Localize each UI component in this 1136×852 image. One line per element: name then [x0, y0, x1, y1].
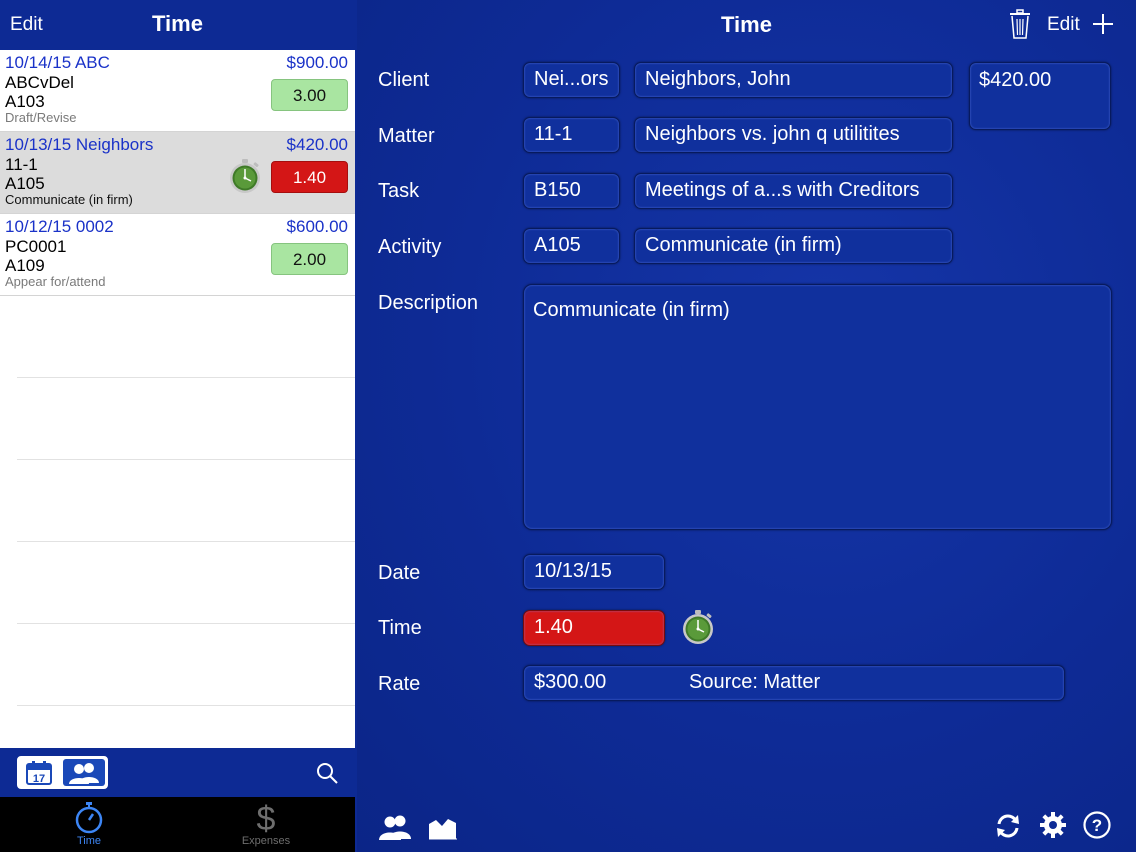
entry-activity-code: A109	[5, 256, 45, 275]
time-label: Time	[378, 617, 422, 639]
empty-list-row	[17, 460, 355, 542]
help-icon[interactable]: ?	[1083, 811, 1111, 839]
rate-source: Source: Matter	[689, 671, 821, 693]
entry-amount: $900.00	[286, 53, 348, 72]
people-icon[interactable]	[377, 813, 413, 841]
calendar-view-segment[interactable]: 17	[18, 757, 61, 788]
entry-matter: PC0001	[5, 237, 67, 256]
entry-activity-name: Appear for/attend	[5, 274, 106, 289]
entry-activity-name: Draft/Revise	[5, 110, 77, 125]
empty-list-row	[17, 296, 355, 378]
date-label: Date	[378, 562, 421, 584]
list-title: Time	[152, 11, 203, 36]
matter-code-field[interactable]: 11-1	[523, 117, 620, 153]
time-entry-row[interactable]: 10/12/15 0002 $600.00 PC0001 A109 Appear…	[0, 214, 355, 296]
entry-activity-code: A105	[5, 174, 45, 193]
empty-list-row	[17, 378, 355, 460]
calendar-day-number: 17	[33, 773, 45, 785]
tab-bar: Time $ Expenses	[0, 797, 355, 852]
activity-label: Activity	[378, 236, 442, 258]
calendar-icon: 17	[26, 760, 53, 785]
list-toolbar: 17	[0, 748, 355, 797]
plus-icon[interactable]	[1093, 14, 1113, 34]
empty-list-row	[17, 624, 355, 706]
view-segmented-control: 17	[17, 756, 108, 789]
time-field-running[interactable]: 1.40	[523, 610, 665, 646]
task-label: Task	[378, 180, 420, 202]
entry-hours-badge[interactable]: 3.00	[271, 79, 348, 111]
matter-name-field[interactable]: Neighbors vs. john q utilitites	[634, 117, 953, 153]
activity-code-field[interactable]: A105	[523, 228, 620, 264]
settings-gear-icon[interactable]	[1039, 811, 1067, 839]
time-entry-row[interactable]: 10/14/15 ABC $900.00 ABCvDel A103 Draft/…	[0, 50, 355, 132]
entry-amount: $600.00	[286, 217, 348, 236]
tab-expenses[interactable]: $ Expenses	[177, 797, 355, 852]
empty-list-row	[17, 542, 355, 624]
entry-matter: ABCvDel	[5, 73, 74, 92]
stopwatch-timer-icon[interactable]	[680, 609, 716, 645]
matter-label: Matter	[378, 125, 435, 147]
entry-date-client: 10/14/15 ABC	[5, 53, 110, 72]
search-icon[interactable]	[316, 762, 338, 784]
rate-value: $300.00	[534, 671, 607, 693]
client-name-field[interactable]: Neighbors, John	[634, 62, 953, 98]
dollar-icon: $	[257, 801, 276, 835]
entry-total-amount: $420.00	[969, 62, 1111, 130]
tab-time-label: Time	[76, 835, 102, 847]
entry-activity-name: Communicate (in firm)	[5, 192, 133, 207]
entry-matter: 11-1	[5, 155, 38, 174]
time-entry-list: 10/14/15 ABC $900.00 ABCvDel A103 Draft/…	[0, 50, 355, 748]
task-name-field[interactable]: Meetings of a...s with Creditors	[634, 173, 953, 209]
client-label: Client	[378, 69, 430, 91]
trash-icon[interactable]	[1009, 9, 1031, 39]
entry-activity-code: A103	[5, 92, 45, 111]
refresh-icon[interactable]	[995, 812, 1021, 840]
entry-date-client: 10/12/15 0002	[5, 217, 114, 236]
people-icon	[68, 762, 99, 784]
stopwatch-icon	[75, 802, 103, 834]
stopwatch-timer-icon[interactable]	[227, 158, 263, 194]
task-code-field[interactable]: B150	[523, 173, 620, 209]
left-nav-bar: Edit Time	[0, 0, 355, 50]
time-entry-row-selected[interactable]: 10/13/15 Neighbors $420.00 11-1 A105 Com…	[0, 132, 355, 214]
detail-edit-button[interactable]: Edit	[1047, 14, 1080, 36]
tab-expenses-label: Expenses	[241, 835, 291, 847]
entry-list-pane: Edit Time 10/14/15 ABC $900.00 ABCvDel A…	[0, 0, 355, 852]
entry-hours-badge-running[interactable]: 1.40	[271, 161, 348, 193]
client-view-segment[interactable]	[62, 759, 105, 786]
date-field[interactable]: 10/13/15	[523, 554, 665, 590]
svg-text:?: ?	[1092, 816, 1102, 835]
svg-text:$: $	[257, 801, 276, 835]
entry-hours-badge[interactable]: 2.00	[271, 243, 348, 275]
entry-amount: $420.00	[286, 135, 348, 154]
rate-field[interactable]: $300.00 Source: Matter	[523, 665, 1065, 701]
description-label: Description	[378, 292, 479, 314]
description-textarea[interactable]: Communicate (in firm)	[523, 284, 1112, 530]
entry-date-client: 10/13/15 Neighbors	[5, 135, 154, 154]
rate-label: Rate	[378, 673, 421, 695]
entry-detail-pane: Time Edit Client Nei...ors Neighbors, Jo…	[357, 0, 1136, 852]
client-code-field[interactable]: Nei...ors	[523, 62, 620, 98]
activity-name-field[interactable]: Communicate (in firm)	[634, 228, 953, 264]
chart-icon[interactable]	[428, 814, 458, 840]
tab-time[interactable]: Time	[0, 797, 178, 852]
